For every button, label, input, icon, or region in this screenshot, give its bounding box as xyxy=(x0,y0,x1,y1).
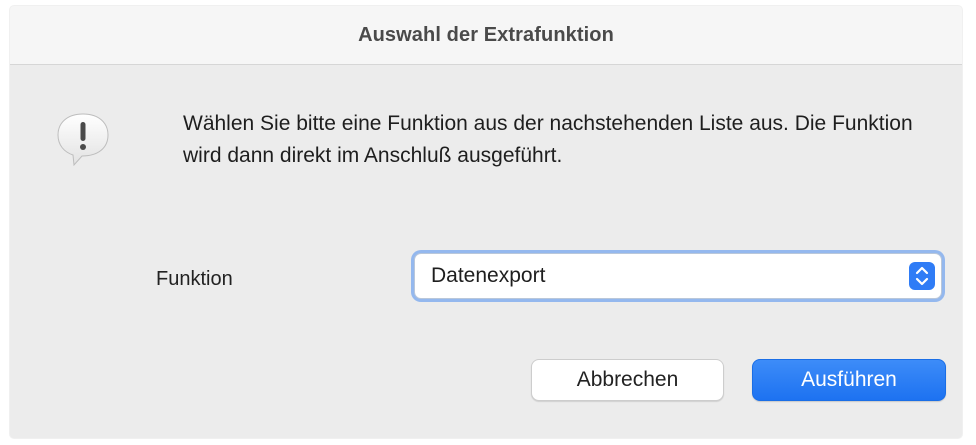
function-select[interactable]: Datenexport xyxy=(414,253,942,299)
dialog-window: Auswahl der Extrafunktion Wählen Sie bit… xyxy=(10,6,962,438)
dialog-message: Wählen Sie bitte eine Funktion aus der n… xyxy=(183,112,913,167)
dialog-title: Auswahl der Extrafunktion xyxy=(358,23,614,46)
function-select-value: Datenexport xyxy=(431,264,546,287)
exclamation-speech-bubble-icon xyxy=(54,110,112,168)
up-down-chevron-icon xyxy=(909,262,935,290)
title-bar[interactable]: Auswahl der Extrafunktion xyxy=(10,6,962,65)
function-label: Funktion xyxy=(156,268,233,290)
run-button[interactable]: Ausführen xyxy=(752,359,946,401)
cancel-button[interactable]: Abbrechen xyxy=(531,359,724,401)
